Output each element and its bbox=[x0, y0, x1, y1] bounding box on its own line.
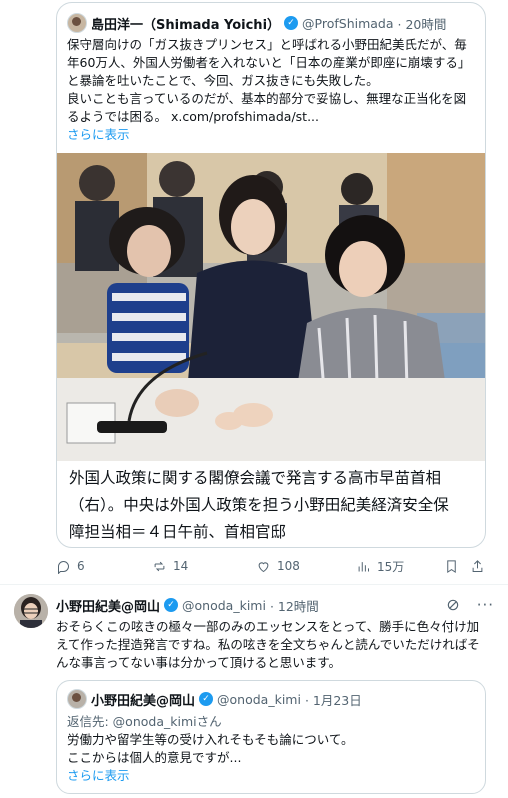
tweet-action-bar: 6 14 108 15万 bbox=[56, 555, 494, 577]
avatar[interactable] bbox=[67, 13, 87, 33]
text-line: おそらくこの呟きの極々一部のみのエッセンスをとって、勝手に色々付け加 bbox=[56, 619, 480, 634]
text-line: ここからは個人的意見ですが... bbox=[67, 750, 242, 765]
verified-badge-icon: ✓ bbox=[284, 16, 299, 30]
author-handle[interactable]: @onoda_kimi bbox=[182, 598, 266, 613]
share-button[interactable] bbox=[470, 559, 490, 574]
show-more-link[interactable]: さらに表示 bbox=[67, 767, 477, 785]
like-button[interactable]: 108 bbox=[256, 559, 356, 574]
quoted-tweet-header: 島田洋一（Shimada Yoichi） ✓ @ProfShimada · 20… bbox=[67, 13, 446, 33]
post-time[interactable]: · 1月23日 bbox=[305, 690, 362, 709]
grok-icon[interactable] bbox=[445, 597, 461, 613]
photo-illustration bbox=[57, 153, 485, 461]
avatar[interactable] bbox=[14, 594, 48, 628]
view-count: 15万 bbox=[377, 559, 405, 574]
show-more-link[interactable]: さらに表示 bbox=[67, 126, 477, 144]
avatar-illustration bbox=[14, 594, 48, 628]
bookmark-button[interactable] bbox=[444, 559, 470, 574]
caption-line: （右）。中央は外国人政策を担う小野田紀美経済安全保 bbox=[69, 496, 449, 514]
quoted-tweet-text: 保守層向けの「ガス抜きプリンセス」と呼ばれる小野田紀美氏だが、毎 年60万人、外… bbox=[67, 36, 477, 144]
quoted-reply-text: 返信先: @onoda_kimiさん 労働力や留学生等の受け入れそもそも論につい… bbox=[67, 713, 477, 785]
post-time[interactable]: · 12時間 bbox=[270, 596, 319, 615]
reply-icon bbox=[58, 560, 69, 574]
text-line: 労働力や留学生等の受け入れそもそも論について。 bbox=[67, 732, 354, 747]
caption-line: 外国人政策に関する閣僚会議で発言する高市早苗首相 bbox=[69, 469, 442, 487]
like-count: 108 bbox=[277, 559, 300, 573]
caption-line: 障担当相＝４日午前、首相官邸 bbox=[69, 523, 287, 541]
author-name[interactable]: 小野田紀美@岡山 bbox=[56, 596, 160, 615]
share-icon bbox=[472, 559, 483, 572]
author-name[interactable]: 島田洋一（Shimada Yoichi） bbox=[91, 14, 280, 33]
reply-to-label: 返信先: @onoda_kimiさん bbox=[67, 714, 222, 729]
post-time[interactable]: · 20時間 bbox=[398, 14, 447, 33]
quoted-tweet-card[interactable]: 島田洋一（Shimada Yoichi） ✓ @ProfShimada · 20… bbox=[56, 2, 486, 548]
author-handle[interactable]: @onoda_kimi bbox=[217, 692, 301, 707]
reply-text: おそらくこの呟きの極々一部のみのエッセンスをとって、勝手に色々付け加 えて作った… bbox=[56, 618, 492, 672]
quoted-reply-card[interactable]: 小野田紀美@岡山 ✓ @onoda_kimi · 1月23日 返信先: @ono… bbox=[56, 680, 486, 794]
author-handle[interactable]: @ProfShimada bbox=[302, 16, 394, 31]
views-button[interactable]: 15万 bbox=[356, 558, 444, 575]
quoted-reply-header: 小野田紀美@岡山 ✓ @onoda_kimi · 1月23日 bbox=[67, 689, 362, 709]
verified-badge-icon: ✓ bbox=[164, 598, 179, 612]
text-line: と暴論を吐いたことで、今回、ガス抜きにも失敗した。 bbox=[67, 73, 379, 88]
repost-icon bbox=[154, 561, 165, 571]
reply-count: 6 bbox=[77, 559, 85, 573]
repost-button[interactable]: 14 bbox=[152, 559, 256, 574]
divider bbox=[0, 584, 508, 585]
verified-badge-icon: ✓ bbox=[199, 692, 214, 706]
heart-icon bbox=[258, 561, 269, 572]
text-line: えて作った捏造発言ですね。私の呟きを全文ちゃんと読んでいただければそ bbox=[56, 637, 480, 652]
news-photo[interactable] bbox=[57, 153, 485, 461]
repost-count: 14 bbox=[173, 559, 189, 573]
text-line: 年60万人、外国人労働者を入れないと「日本の産業が即座に崩壊する」 bbox=[67, 55, 471, 70]
text-line: るようでは困る。 x.com/profshimada/st... bbox=[67, 109, 319, 124]
avatar[interactable] bbox=[67, 689, 87, 709]
more-options-icon[interactable]: ··· bbox=[477, 596, 494, 614]
reply-button[interactable]: 6 bbox=[56, 559, 152, 574]
reply-header: 小野田紀美@岡山 ✓ @onoda_kimi · 12時間 ··· bbox=[56, 596, 494, 615]
bar-chart-icon bbox=[358, 561, 369, 571]
text-line: 良いことも言っているのだが、基本的部分で妥協し、無理な正当化を図 bbox=[67, 91, 467, 106]
text-line: 保守層向けの「ガス抜きプリンセス」と呼ばれる小野田紀美氏だが、毎 bbox=[67, 37, 467, 52]
bookmark-icon bbox=[447, 559, 456, 573]
photo-caption: 外国人政策に関する閣僚会議で発言する高市早苗首相 （右）。中央は外国人政策を担う… bbox=[69, 465, 479, 546]
author-name[interactable]: 小野田紀美@岡山 bbox=[91, 690, 195, 709]
text-line: んな事言ってない事は分かって頂けると思います。 bbox=[56, 655, 342, 670]
